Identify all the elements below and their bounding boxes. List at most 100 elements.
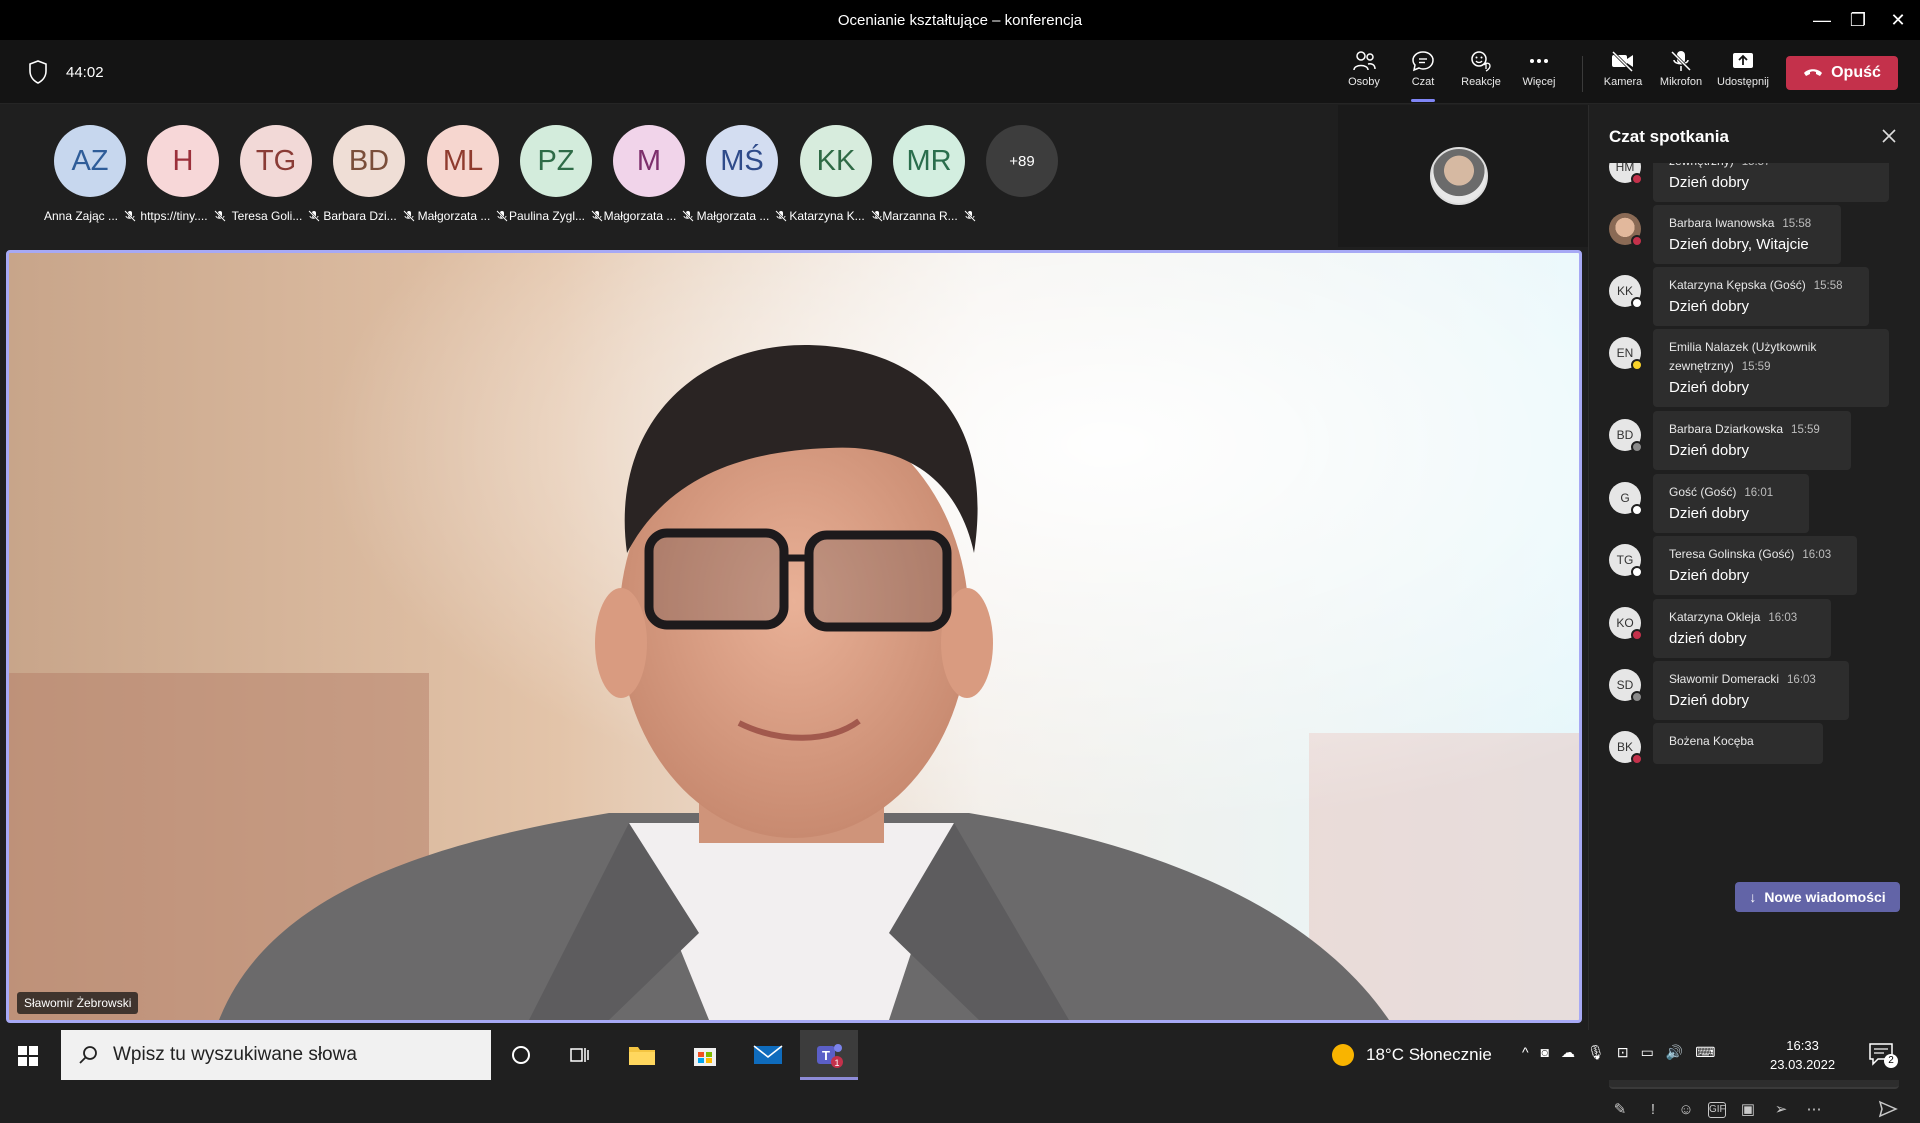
main-video-stage[interactable]: Sławomir Żebrowski [6, 250, 1582, 1023]
close-window-icon[interactable]: ✕ [1886, 8, 1910, 32]
message-bubble: zewnętrzny) 15:57 Dzień dobry [1653, 163, 1889, 202]
windows-start-icon[interactable] [18, 1046, 38, 1066]
minimize-icon[interactable]: — [1810, 8, 1834, 32]
share-button[interactable]: Udostępnij [1714, 50, 1772, 100]
praise-icon[interactable]: ➢ [1770, 1099, 1792, 1121]
more-label: Więcej [1522, 76, 1556, 88]
close-icon[interactable] [1880, 127, 1898, 145]
participant-initials: BD [348, 144, 390, 177]
participant-tile[interactable]: PZ Paulina Zygl... [504, 125, 608, 223]
system-clock[interactable]: 16:33 23.03.2022 [1770, 1036, 1835, 1074]
participant-name: Małgorzata ... [603, 209, 677, 223]
chat-message-list[interactable]: HM zewnętrzny) 15:57 Dzień dobry Barbara Iwa… [1589, 163, 1920, 913]
leave-button[interactable]: Opuść [1786, 56, 1898, 90]
participant-name-row: Barbara Dzi... [317, 209, 421, 223]
message-avatar-initials: BK [1616, 740, 1633, 754]
message-time: 15:59 [1791, 424, 1820, 436]
participant-tile[interactable]: MŚ Małgorzata ... [690, 125, 794, 223]
participant-tile[interactable]: AZ Anna Zając ... [38, 125, 142, 223]
arrow-down-icon: ↓ [1749, 889, 1757, 905]
more-participants-tile[interactable]: +89 [970, 125, 1074, 197]
emoji-icon[interactable]: ☺ [1675, 1099, 1697, 1121]
participant-tile[interactable]: MR Marzanna R... [877, 125, 981, 223]
camera-button[interactable]: Kamera [1594, 50, 1652, 100]
more-options-icon[interactable]: ⋯ [1803, 1099, 1825, 1121]
send-icon[interactable] [1878, 1099, 1898, 1119]
composer-toolbar: ✎ ! ☺ GIF ▣ ➢ ⋯ [1609, 1097, 1909, 1123]
participant-tile[interactable]: Hhttps://tiny.... [131, 125, 235, 223]
message-bubble: Katarzyna Kępska (Gość) 15:58 Dzień dobry [1653, 267, 1869, 326]
participant-tile[interactable]: ML Małgorzata ... [411, 125, 515, 223]
cortana-icon[interactable] [492, 1030, 550, 1080]
more-button[interactable]: Więcej [1510, 50, 1568, 100]
leave-label: Opuść [1831, 64, 1881, 81]
message-time: 15:58 [1782, 218, 1812, 230]
message-avatar-initials: KO [1616, 616, 1634, 630]
important-icon[interactable]: ! [1642, 1099, 1664, 1121]
restore-icon[interactable]: ❐ [1846, 8, 1870, 32]
chat-button[interactable]: Czat [1394, 50, 1452, 102]
teams-app-icon[interactable]: T 1 [800, 1030, 858, 1080]
message-text: Dzień dobry [1669, 692, 1750, 709]
participant-name-row: Teresa Goli... [224, 209, 328, 223]
participant-avatar: KK [800, 125, 872, 197]
message-avatar-initials: HM [1615, 163, 1635, 174]
weather-widget[interactable]: 18°C Słonecznie [1332, 1030, 1492, 1080]
camera-label: Kamera [1603, 76, 1643, 88]
presence-status-icon [1631, 235, 1643, 247]
participant-avatar: TG [240, 125, 312, 197]
self-video-tile[interactable] [1338, 105, 1588, 247]
participant-initials: MŚ [720, 144, 764, 177]
participant-tile[interactable]: BD Barbara Dzi... [317, 125, 421, 223]
teams-badge: 1 [834, 1058, 839, 1068]
message-bubble: Bożena Kocęba [1653, 723, 1823, 764]
microphone-tray-icon[interactable]: 🎙 [1587, 1044, 1605, 1061]
notification-count: 2 [1884, 1054, 1898, 1068]
mail-icon[interactable] [739, 1030, 797, 1080]
reactions-button[interactable]: Reakcje [1452, 50, 1510, 100]
participant-avatar: PZ [520, 125, 592, 197]
message-bubble: Barbara Dziarkowska 15:59 Dzień dobry [1653, 411, 1851, 470]
presence-status-icon [1631, 297, 1643, 309]
format-icon[interactable]: ✎ [1609, 1099, 1631, 1121]
message-text: Dzień dobry [1669, 567, 1750, 584]
toolbar-separator [1582, 56, 1583, 92]
participant-tile[interactable]: M Małgorzata ... [597, 125, 701, 223]
participant-name-row: Marzanna R... [877, 209, 981, 223]
microphone-button[interactable]: Mikrofon [1652, 50, 1710, 100]
sticker-icon[interactable]: ▣ [1737, 1099, 1759, 1121]
message-text: Dzień dobry, Witajcie [1669, 236, 1809, 253]
keyboard-icon[interactable]: ⌨ [1695, 1044, 1715, 1061]
task-view-icon[interactable] [550, 1030, 608, 1080]
battery-icon[interactable]: ▭ [1641, 1044, 1654, 1061]
store-icon[interactable] [676, 1030, 734, 1080]
camera-tray-icon[interactable]: ◙ [1541, 1044, 1549, 1061]
gif-icon[interactable]: GIF [1708, 1102, 1726, 1118]
system-tray: ^ ◙ ☁ 🎙 ⊡ ▭ 🔊 ⌨ [1522, 1044, 1715, 1061]
message-avatar-initials: G [1620, 491, 1630, 505]
participant-initials: AZ [71, 144, 109, 177]
file-explorer-icon[interactable] [613, 1030, 671, 1080]
participant-name-row: Małgorzata ... [411, 209, 515, 223]
message-text: Dzień dobry [1669, 174, 1750, 191]
people-button[interactable]: Osoby [1335, 50, 1393, 100]
message-bubble: Teresa Golinska (Gość) 16:03 Dzień dobry [1653, 536, 1857, 595]
active-indicator [1411, 99, 1435, 102]
message-text: Dzień dobry [1669, 298, 1750, 315]
new-messages-button[interactable]: ↓ Nowe wiadomości [1735, 882, 1900, 912]
participant-tile[interactable]: KK Katarzyna K... [784, 125, 888, 223]
message-author: Teresa Golinska (Gość) [1669, 547, 1795, 561]
participant-name: Anna Zając ... [43, 209, 119, 223]
clock-date: 23.03.2022 [1770, 1057, 1836, 1072]
onedrive-icon[interactable]: ☁ [1561, 1044, 1575, 1061]
network-icon[interactable]: ⊡ [1617, 1044, 1629, 1061]
hang-up-icon [1804, 69, 1823, 76]
message-text: Dzień dobry [1669, 505, 1750, 522]
volume-icon[interactable]: 🔊 [1666, 1044, 1683, 1061]
meeting-chat-panel: Czat spotkania HM zewnętrzny) 15:57 Dzień d… [1588, 105, 1920, 1118]
speaker-name-label: Sławomir Żebrowski [17, 992, 139, 1014]
chevron-up-icon[interactable]: ^ [1522, 1044, 1529, 1061]
participant-tile[interactable]: TG Teresa Goli... [224, 125, 328, 223]
mic-off-icon [1670, 50, 1692, 72]
taskbar-search[interactable]: Wpisz tu wyszukiwane słowa [61, 1030, 491, 1080]
